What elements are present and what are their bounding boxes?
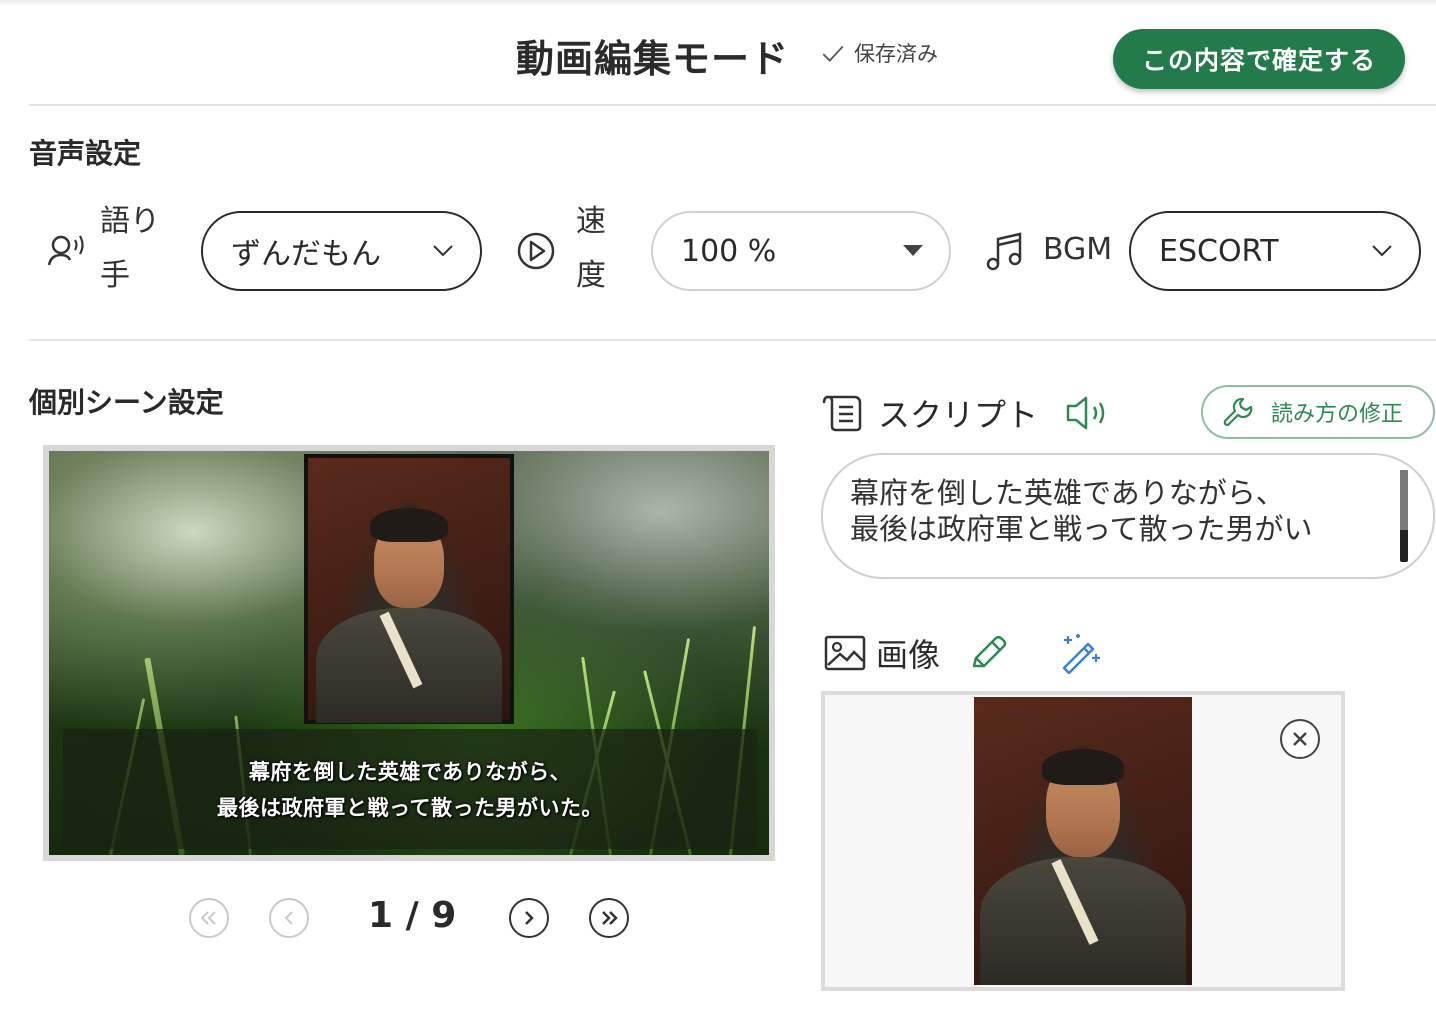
saved-status: 保存済み <box>820 38 938 68</box>
script-label: スクリプト <box>878 396 1039 434</box>
music-note-icon <box>986 231 1024 275</box>
voice-settings-title: 音声設定 <box>29 137 142 170</box>
image-preview <box>821 691 1345 991</box>
confirm-button[interactable]: この内容で確定する <box>1113 29 1405 89</box>
portrait-hair <box>1042 749 1124 785</box>
narrator-icon <box>46 232 88 274</box>
prev-page-button[interactable] <box>269 898 309 938</box>
magic-wand-icon[interactable] <box>1058 632 1104 674</box>
bgm-label: BGM <box>1043 232 1113 267</box>
caret-down-icon <box>903 245 923 256</box>
speed-select-value: 100 % <box>681 233 777 269</box>
check-icon <box>822 45 844 62</box>
chevron-left-icon <box>284 911 293 925</box>
script-scrollbar[interactable] <box>1400 470 1408 562</box>
scene-background-image: 幕府を倒した英雄でありながら、 最後は政府軍と戦って散った男がいた。 <box>49 451 769 855</box>
bgm-select[interactable]: ESCORT <box>1129 211 1421 291</box>
speed-select[interactable]: 100 % <box>651 211 951 291</box>
speed-label-line1: 速 <box>576 204 606 239</box>
scene-settings-title: 個別シーン設定 <box>29 386 224 419</box>
chevron-down-icon <box>1372 245 1392 257</box>
portrait-hair <box>370 508 448 542</box>
pencil-icon[interactable] <box>968 632 1012 674</box>
last-page-button[interactable] <box>589 898 629 938</box>
remove-image-button[interactable] <box>1280 719 1320 759</box>
narrator-label-line2: 手 <box>100 258 130 293</box>
top-shadow <box>0 0 1436 6</box>
first-page-button[interactable] <box>189 898 229 938</box>
fix-reading-label: 読み方の修正 <box>1271 402 1404 427</box>
subtitle-line-2: 最後は政府軍と戦って散った男がいた。 <box>217 796 603 820</box>
chevron-down-icon <box>433 245 453 257</box>
fix-reading-button[interactable]: 読み方の修正 <box>1201 385 1435 439</box>
play-circle-icon <box>516 231 556 275</box>
subtitle-overlay: 幕府を倒した英雄でありながら、 最後は政府軍と戦って散った男がいた。 <box>63 729 757 849</box>
image-label: 画像 <box>876 636 941 674</box>
narrator-select[interactable]: ずんだもん <box>201 211 482 291</box>
chevron-right-icon <box>525 911 534 925</box>
bgm-select-value: ESCORT <box>1159 233 1279 269</box>
image-icon <box>824 635 866 671</box>
image-header: 画像 <box>824 630 1104 676</box>
portrait-image <box>308 458 510 723</box>
double-chevron-left-icon <box>200 911 216 925</box>
script-header: スクリプト <box>822 390 1112 436</box>
double-chevron-right-icon <box>602 911 618 925</box>
wrench-icon <box>1223 397 1253 427</box>
portrait-image <box>974 697 1192 985</box>
speed-label: 速 度 <box>571 195 611 303</box>
script-text-line-1: 幕府を倒した英雄でありながら、 <box>850 476 1285 510</box>
header-divider <box>29 104 1436 106</box>
script-text-line-2: 最後は政府軍と戦って散った男がい <box>850 512 1313 546</box>
narrator-label: 語り 手 <box>100 195 160 303</box>
saved-status-label: 保存済み <box>854 42 938 66</box>
speaker-icon[interactable] <box>1064 393 1112 433</box>
page-indicator: 1 / 9 <box>368 895 457 936</box>
next-page-button[interactable] <box>509 898 549 938</box>
close-icon <box>1293 732 1307 746</box>
scroll-icon <box>822 395 862 432</box>
settings-divider <box>29 339 1436 341</box>
narrator-label-line1: 語り <box>100 204 160 239</box>
speed-label-line2: 度 <box>576 258 606 293</box>
scene-preview: 幕府を倒した英雄でありながら、 最後は政府軍と戦って散った男がいた。 <box>43 445 775 861</box>
page-title: 動画編集モード <box>516 37 790 81</box>
narrator-select-value: ずんだもん <box>231 237 381 272</box>
scene-portrait-frame <box>304 454 514 724</box>
script-textarea[interactable]: 幕府を倒した英雄でありながら、 最後は政府軍と戦って散った男がい <box>821 453 1435 579</box>
subtitle-line-1: 幕府を倒した英雄でありながら、 <box>248 760 572 784</box>
